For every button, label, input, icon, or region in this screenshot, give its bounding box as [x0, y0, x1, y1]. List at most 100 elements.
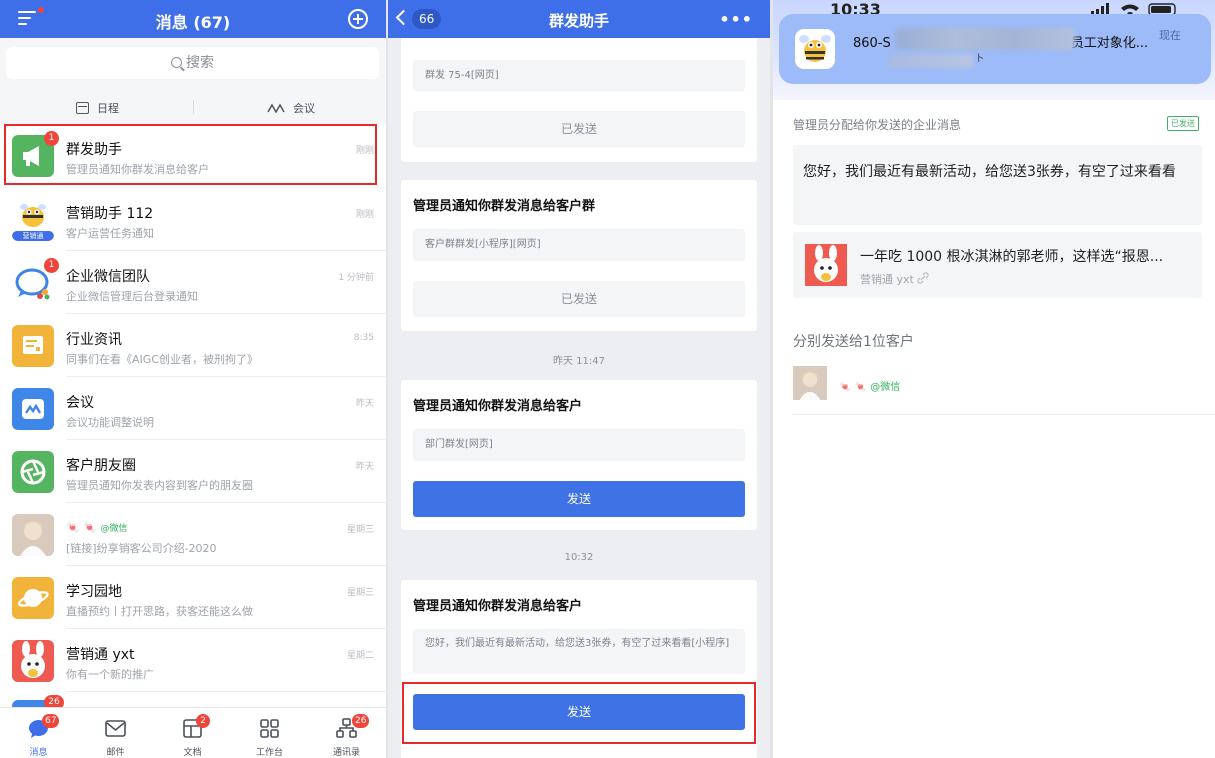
card-title: 管理员通知你群发消息给客户群 [413, 199, 596, 214]
timestamp: 10:32 [564, 552, 594, 563]
card-title: 管理员通知你群发消息给客户 [413, 399, 583, 414]
divider [793, 414, 1215, 415]
card-body: 客户群群发[小程序][网页] [413, 229, 745, 261]
bunny-mascot-icon [805, 244, 847, 286]
conversation-name: 🍬 🍬 @微信 [66, 521, 127, 534]
wechat-suffix: @微信 [870, 382, 901, 393]
conversation-item-yxt[interactable]: 营销通 yxt 你有一个新的推广 星期二 [0, 629, 386, 692]
conversation-time: 昨天 [355, 399, 374, 409]
calendar-icon [76, 102, 89, 114]
conversation-item-customer-moments[interactable]: 客户朋友圈 管理员通知你发表内容到客户的朋友圈 昨天 [0, 440, 386, 503]
conversation-name: 会议 [66, 395, 94, 411]
conversation-time: 星期二 [346, 651, 374, 661]
highlight-box [4, 124, 377, 185]
user-avatar[interactable] [793, 366, 827, 400]
timestamp: 昨天 11:47 [553, 356, 605, 367]
schedule-label: 日程 [97, 102, 119, 115]
group-send-card: 群发 75-4[网页] 已发送 [401, 38, 757, 162]
recipient-count-label: 分别发送给1位客户 [793, 334, 914, 350]
send-button[interactable]: 发送 [413, 481, 745, 517]
conversation-item-wechat-user[interactable]: 🍬 🍬 @微信 [链接]纷享销客公司介绍-2020 星期三 [0, 503, 386, 566]
tab-badge: 2 [196, 714, 210, 728]
divider [193, 100, 194, 114]
bunny-mascot-icon [12, 640, 54, 682]
message-list-panel: 消息 (67) 搜索 日程 会议 1 群发助手 管理员通知你群发消息给客户 刚刚 [0, 0, 386, 758]
conversation-item-meeting[interactable]: 会议 会议功能调整说明 昨天 [0, 377, 386, 440]
conversation-name: 营销助手 112 [66, 206, 154, 222]
card-title: 管理员通知你群发消息给客户 [413, 599, 583, 614]
highlight-box [402, 682, 756, 744]
tab-label: 文档 [183, 748, 202, 758]
admin-assigned-label: 管理员分配给你发送的企业消息 [793, 118, 962, 132]
notification-body: 卜 [975, 54, 985, 64]
more-icon[interactable]: ••• [719, 10, 753, 29]
notification-time: 现在 [1159, 29, 1181, 42]
schedule-link[interactable]: 日程 [76, 100, 119, 116]
conversation-name: 行业资讯 [66, 332, 122, 348]
meeting-link-icon [267, 103, 285, 113]
sent-button[interactable]: 已发送 [413, 111, 745, 147]
redacted-region [895, 28, 1075, 50]
recipient-name: 🍬 🍬 @微信 [839, 378, 900, 393]
conversation-preview: [链接]纷享销客公司介绍-2020 [66, 542, 217, 555]
contact-name: 🍬 🍬 [66, 521, 97, 534]
conversation-time: 星期三 [346, 588, 374, 598]
wechat-suffix: @微信 [100, 524, 128, 534]
recipient-nickname: 🍬 🍬 [839, 382, 868, 393]
meeting-label: 会议 [293, 102, 315, 115]
push-notification[interactable]: 860-S 员工对象化... 卜 现在 [779, 14, 1211, 84]
tab-contacts[interactable]: 26 通讯录 [308, 708, 385, 758]
search-input[interactable]: 搜索 [6, 47, 379, 79]
meeting-link[interactable]: 会议 [267, 100, 315, 116]
mini-program-title: 一年吃 1000 根冰淇淋的郭老师，这样选“报恩... [860, 249, 1164, 265]
tab-label: 通讯录 [332, 748, 360, 758]
tab-docs[interactable]: 2 文档 [154, 708, 231, 758]
mini-program-card[interactable]: 一年吃 1000 根冰淇淋的郭老师，这样选“报恩... 营销通 yxt [793, 232, 1202, 298]
conversation-preview: 企业微信管理后台登录通知 [66, 290, 198, 303]
news-icon [12, 325, 54, 367]
conversation-time: 昨天 [355, 462, 374, 472]
link-icon [917, 272, 929, 284]
conversation-item-marketing-assistant[interactable]: 营销通 营销助手 112 客户运营任务通知 刚刚 [0, 188, 386, 251]
meeting-icon [12, 388, 54, 430]
search-icon [171, 57, 182, 68]
conversation-name: 营销通 yxt [66, 647, 135, 663]
bee-mascot-icon [795, 29, 835, 69]
moments-aperture-icon [12, 451, 54, 493]
sent-status-tag: 已发送 [1167, 116, 1199, 131]
top-nav-bar: 消息 (67) [0, 0, 386, 38]
card-body: 群发 75-4[网页] [413, 60, 745, 91]
top-nav-bar: 66 群发助手 ••• [388, 0, 770, 38]
card-body: 您好，我们最近有最新活动，给您送3张券，有空了过来看看[小程序] [413, 629, 745, 674]
sent-button[interactable]: 已发送 [413, 281, 745, 317]
message-content: 您好，我们最近有最新活动，给您送3张券，有空了过来看看 [793, 145, 1202, 225]
tab-messages[interactable]: 67 消息 [0, 708, 77, 758]
tab-badge: 67 [42, 714, 60, 728]
redacted-region [889, 54, 973, 68]
conversation-preview: 管理员通知你发表内容到客户的朋友圈 [66, 479, 253, 492]
tab-label: 消息 [29, 748, 48, 758]
tab-label: 邮件 [106, 748, 125, 758]
grid-icon [260, 719, 279, 738]
conversation-item-industry-news[interactable]: 行业资讯 同事们在看《AIGC创业者，被刑拘了》 8:35 [0, 314, 386, 377]
conversation-item-wecom-team[interactable]: 1 企业微信团队 企业微信管理后台登录通知 1 分钟前 [0, 251, 386, 314]
group-send-panel: 66 群发助手 ••• 群发 75-4[网页] 已发送 管理员通知你群发消息给客… [388, 0, 770, 758]
tab-mail[interactable]: 邮件 [77, 708, 154, 758]
tab-workbench[interactable]: 工作台 [231, 708, 308, 758]
message-detail-panel: 10:33 860-S 员工对象化... 卜 现在 管理员分配给你发送的企业消息 … [773, 0, 1215, 758]
conversation-preview: 直播预约丨打开思路，获客还能这么做 [66, 605, 253, 618]
conversation-preview: 同事们在看《AIGC创业者，被刑拘了》 [66, 353, 258, 366]
page-title: 消息 (67) [155, 13, 231, 32]
conversation-name: 学习园地 [66, 584, 122, 600]
add-icon[interactable] [348, 9, 368, 29]
conversation-name: 企业微信团队 [66, 269, 150, 285]
group-send-card: 管理员通知你群发消息给客户群 客户群群发[小程序][网页] 已发送 [401, 180, 757, 331]
planet-icon [12, 577, 54, 619]
mini-program-source-name: 营销通 yxt [860, 273, 914, 286]
conversation-item-learning[interactable]: 学习园地 直播预约丨打开思路，获客还能这么做 星期三 [0, 566, 386, 629]
conversation-preview: 会议功能调整说明 [66, 416, 154, 429]
bee-mascot-icon: 营销通 [12, 199, 54, 241]
quick-links: 日程 会议 [0, 94, 386, 122]
card-body: 部门群发[网页] [413, 429, 745, 461]
conversation-time: 8:35 [353, 333, 374, 343]
